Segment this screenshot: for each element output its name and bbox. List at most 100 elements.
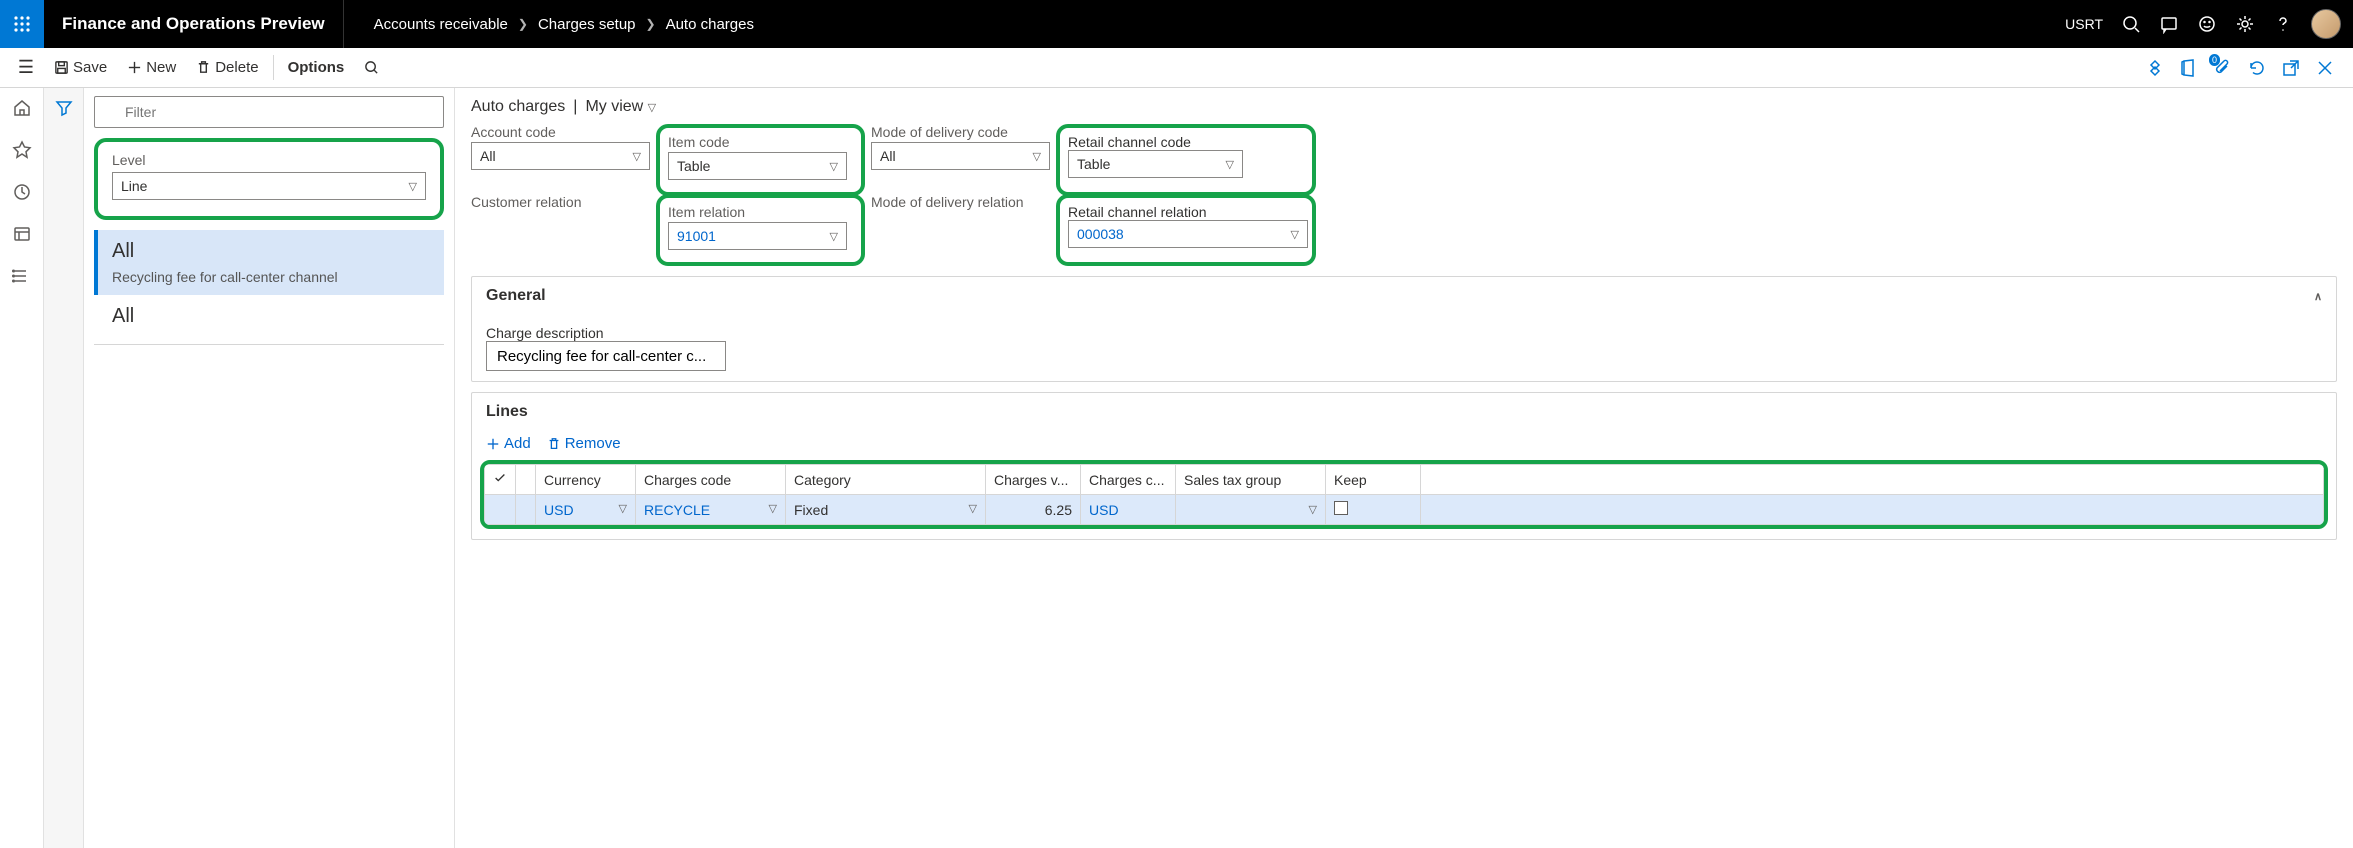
company-code[interactable]: USRT bbox=[2065, 16, 2103, 32]
lines-header[interactable]: Lines bbox=[472, 393, 2336, 431]
keep-checkbox[interactable] bbox=[1334, 501, 1348, 515]
field-label: Retail channel relation bbox=[1068, 204, 1304, 220]
home-icon[interactable] bbox=[12, 98, 32, 118]
options-label: Options bbox=[288, 59, 345, 76]
field-label: Mode of delivery code bbox=[871, 124, 1050, 140]
grid-cell-charges-currency[interactable]: USD bbox=[1081, 495, 1176, 525]
item-relation-input[interactable]: 91001 ▽ bbox=[668, 222, 847, 250]
save-button[interactable]: Save bbox=[44, 55, 117, 80]
grid-col-spacer bbox=[516, 465, 536, 495]
record-list: All Recycling fee for call-center channe… bbox=[94, 230, 444, 345]
content-panel: Level Line ▽ All Recycling fee for call-… bbox=[44, 88, 2353, 848]
chevron-down-icon: ▽ bbox=[648, 102, 656, 114]
find-button[interactable] bbox=[354, 56, 389, 79]
smiley-icon[interactable] bbox=[2197, 14, 2217, 34]
chevron-down-icon: ▽ bbox=[1033, 150, 1041, 163]
channel-relation-group: Retail channel relation 000038 ▽ bbox=[1056, 194, 1316, 266]
grid-cell-value[interactable]: 6.25 bbox=[986, 495, 1081, 525]
grid-col-charges-code[interactable]: Charges code bbox=[636, 465, 786, 495]
grid-cell-keep[interactable] bbox=[1326, 495, 1421, 525]
breadcrumb: Accounts receivable ❯ Charges setup ❯ Au… bbox=[344, 16, 754, 33]
grid-col-currency[interactable]: Currency bbox=[536, 465, 636, 495]
toolbar-right: 0 bbox=[2145, 58, 2345, 78]
chevron-right-icon: ❯ bbox=[646, 17, 656, 31]
level-label: Level bbox=[112, 152, 426, 168]
field-label: Charge description bbox=[486, 325, 2322, 341]
grid-col-sales-tax[interactable]: Sales tax group bbox=[1176, 465, 1326, 495]
star-icon[interactable] bbox=[12, 140, 32, 160]
clock-icon[interactable] bbox=[12, 182, 32, 202]
titlebar-actions: USRT bbox=[2065, 9, 2353, 39]
chevron-down-icon: ▽ bbox=[769, 502, 777, 515]
code-fields-row: Account code All ▽ Item code Table ▽ bbox=[471, 124, 2337, 196]
grid-cell-charges-code[interactable]: RECYCLE▽ bbox=[636, 495, 786, 525]
grid-col-select[interactable] bbox=[485, 465, 516, 495]
customer-relation-input[interactable] bbox=[471, 212, 650, 240]
account-code-select[interactable]: All ▽ bbox=[471, 142, 650, 170]
grid-cell-currency[interactable]: USD▽ bbox=[536, 495, 636, 525]
close-icon[interactable] bbox=[2315, 58, 2335, 78]
view-selector[interactable]: My view ▽ bbox=[585, 98, 656, 116]
grid-row[interactable]: USD▽ RECYCLE▽ Fixed▽ 6.25 USD ▽ bbox=[485, 495, 2324, 525]
level-select[interactable]: Line ▽ bbox=[112, 172, 426, 200]
delete-button[interactable]: Delete bbox=[186, 55, 268, 80]
modules-icon[interactable] bbox=[12, 266, 32, 286]
options-button[interactable]: Options bbox=[273, 55, 355, 80]
left-nav bbox=[0, 88, 44, 848]
main-area: Auto charges | My view ▽ Account code Al… bbox=[454, 88, 2353, 848]
new-label: New bbox=[146, 59, 176, 76]
channel-code-select[interactable]: Table ▽ bbox=[1068, 150, 1243, 178]
side-panel: Level Line ▽ All Recycling fee for call-… bbox=[44, 88, 454, 848]
gear-icon[interactable] bbox=[2235, 14, 2255, 34]
workspace-icon[interactable] bbox=[12, 224, 32, 244]
refresh-icon[interactable] bbox=[2247, 58, 2267, 78]
grid-col-keep[interactable]: Keep bbox=[1326, 465, 1421, 495]
chevron-down-icon: ▽ bbox=[409, 180, 417, 193]
avatar[interactable] bbox=[2311, 9, 2341, 39]
remove-line-button[interactable]: Remove bbox=[547, 435, 621, 452]
item-code-select[interactable]: Table ▽ bbox=[668, 152, 847, 180]
diamond-icon[interactable] bbox=[2145, 58, 2165, 78]
funnel-icon[interactable] bbox=[54, 98, 74, 118]
field-label: Item relation bbox=[668, 204, 847, 220]
toolbar: ☰ Save New Delete Options 0 bbox=[0, 48, 2353, 88]
list-item[interactable]: All Recycling fee for call-center channe… bbox=[94, 230, 444, 295]
delivery-code-select[interactable]: All ▽ bbox=[871, 142, 1050, 170]
attachments-icon[interactable]: 0 bbox=[2213, 58, 2233, 78]
section-title: General bbox=[486, 287, 546, 305]
help-icon[interactable] bbox=[2273, 14, 2293, 34]
messages-icon[interactable] bbox=[2159, 14, 2179, 34]
grid-col-charges-currency[interactable]: Charges c... bbox=[1081, 465, 1176, 495]
chevron-right-icon: ❯ bbox=[518, 17, 528, 31]
grid-cell-select[interactable] bbox=[485, 495, 516, 525]
page-header: Auto charges | My view ▽ bbox=[471, 98, 2337, 116]
hamburger-button[interactable]: ☰ bbox=[8, 57, 44, 78]
channel-relation-input[interactable]: 000038 ▽ bbox=[1068, 220, 1308, 248]
delivery-relation-input[interactable] bbox=[871, 212, 1050, 240]
charge-description-input[interactable] bbox=[486, 341, 726, 371]
breadcrumb-item[interactable]: Auto charges bbox=[666, 16, 754, 33]
grid-cell-category[interactable]: Fixed▽ bbox=[786, 495, 986, 525]
general-header[interactable]: General ∧ bbox=[472, 277, 2336, 315]
new-button[interactable]: New bbox=[117, 55, 186, 80]
filter-input[interactable] bbox=[94, 96, 444, 128]
app-title: Finance and Operations Preview bbox=[44, 0, 344, 48]
grid-cell-sales-tax[interactable]: ▽ bbox=[1176, 495, 1326, 525]
divider: | bbox=[573, 98, 577, 116]
chevron-down-icon: ▽ bbox=[1291, 228, 1299, 241]
grid-col-charges-value[interactable]: Charges v... bbox=[986, 465, 1081, 495]
search-icon[interactable] bbox=[2121, 14, 2141, 34]
save-label: Save bbox=[73, 59, 107, 76]
grid-col-category[interactable]: Category bbox=[786, 465, 986, 495]
popout-icon[interactable] bbox=[2281, 58, 2301, 78]
breadcrumb-item[interactable]: Charges setup bbox=[538, 16, 636, 33]
chevron-down-icon: ▽ bbox=[619, 502, 627, 515]
level-value: Line bbox=[121, 178, 147, 194]
list-divider bbox=[94, 344, 444, 345]
app-launcher-button[interactable] bbox=[0, 0, 44, 48]
office-icon[interactable] bbox=[2179, 58, 2199, 78]
list-item[interactable]: All bbox=[94, 295, 444, 338]
breadcrumb-item[interactable]: Accounts receivable bbox=[374, 16, 508, 33]
chevron-down-icon: ▽ bbox=[1309, 503, 1317, 516]
add-line-button[interactable]: Add bbox=[486, 435, 531, 452]
